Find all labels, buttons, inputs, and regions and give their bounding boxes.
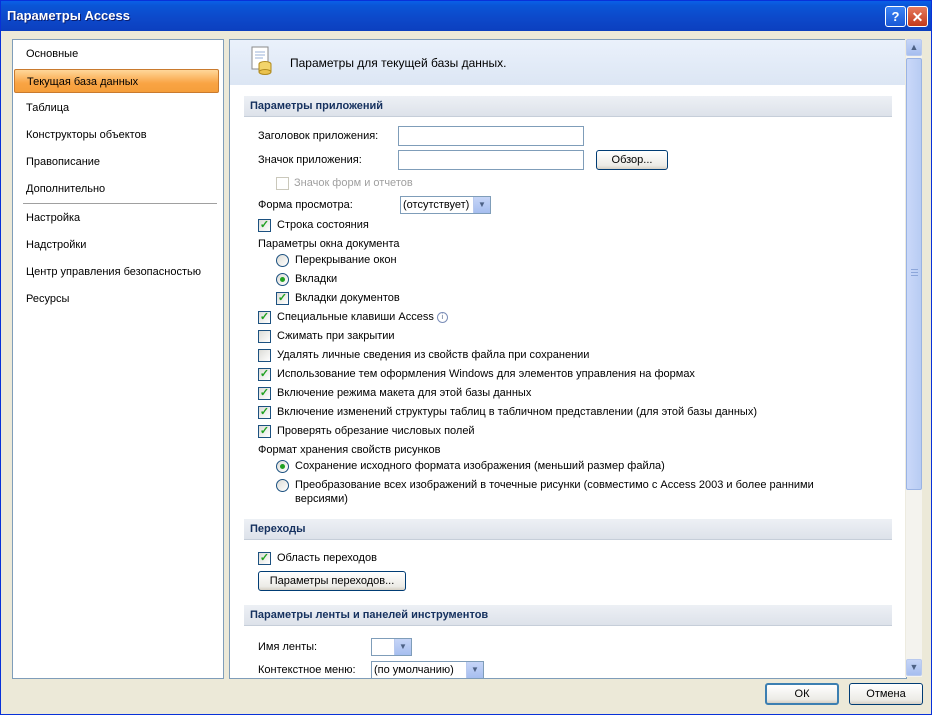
tabbed-radio[interactable] bbox=[276, 273, 289, 286]
display-form-select[interactable]: (отсутствует) ▼ bbox=[400, 196, 491, 214]
truncated-fields-checkbox[interactable]: ✓ bbox=[258, 425, 271, 438]
page-title: Параметры для текущей базы данных. bbox=[290, 56, 507, 70]
app-icon-input[interactable] bbox=[398, 150, 584, 170]
compact-label: Сжимать при закрытии bbox=[277, 330, 395, 342]
convert-bitmaps-label-line1: Преобразование всех изображений в точечн… bbox=[295, 479, 814, 491]
ribbon-name-label: Имя ленты: bbox=[258, 641, 318, 653]
overlap-label: Перекрывание окон bbox=[295, 254, 397, 266]
special-keys-label: Специальные клавиши Access i bbox=[277, 311, 448, 323]
truncated-fields-label: Проверять обрезание числовых полей bbox=[277, 425, 475, 437]
picture-format-label: Формат хранения свойств рисунков bbox=[258, 444, 441, 456]
title-bar[interactable]: Параметры Access ? ✕ bbox=[1, 1, 931, 31]
nav-pane-checkbox[interactable]: ✓ bbox=[258, 552, 271, 565]
options-dialog: Параметры Access ? ✕ Основные Текущая ба… bbox=[0, 0, 932, 715]
doc-tabs-checkbox[interactable]: ✓ bbox=[276, 292, 289, 305]
windows-themes-checkbox[interactable]: ✓ bbox=[258, 368, 271, 381]
app-title-input[interactable] bbox=[398, 126, 584, 146]
section-app-options: Параметры приложений bbox=[244, 96, 892, 117]
shortcut-menu-value: (по умолчанию) bbox=[374, 664, 454, 676]
close-icon[interactable]: ✕ bbox=[907, 6, 928, 27]
app-icon-label: Значок приложения: bbox=[258, 154, 362, 166]
ok-button[interactable]: ОК bbox=[765, 683, 839, 705]
chevron-down-icon[interactable]: ▼ bbox=[394, 639, 411, 655]
browse-button[interactable]: Обзор... bbox=[596, 150, 668, 170]
tabbed-label: Вкладки bbox=[295, 273, 338, 285]
windows-themes-label: Использование тем оформления Windows для… bbox=[277, 368, 695, 380]
nav-item-customize[interactable]: Настройка bbox=[14, 206, 219, 230]
preserve-format-radio[interactable] bbox=[276, 460, 289, 473]
nav-separator bbox=[23, 203, 217, 204]
section-title: Параметры ленты и панелей инструментов bbox=[250, 609, 489, 621]
nav-item-proofing[interactable]: Правописание bbox=[14, 150, 219, 174]
nav-item-resources[interactable]: Ресурсы bbox=[14, 287, 219, 311]
section-title: Переходы bbox=[250, 523, 306, 535]
options-content: Параметры для текущей базы данных. Парам… bbox=[229, 39, 907, 679]
shortcut-menu-select[interactable]: (по умолчанию) ▼ bbox=[371, 661, 484, 678]
status-bar-checkbox[interactable]: ✓ bbox=[258, 219, 271, 232]
ribbon-name-select[interactable]: ▼ bbox=[371, 638, 412, 656]
doc-window-label: Параметры окна документа bbox=[258, 238, 400, 250]
nav-item-add-ins[interactable]: Надстройки bbox=[14, 233, 219, 257]
section-navigation: Переходы bbox=[244, 519, 892, 540]
convert-bitmaps-label-line2: версиями) bbox=[295, 493, 348, 505]
section-title: Параметры приложений bbox=[250, 100, 384, 112]
remove-personal-checkbox[interactable] bbox=[258, 349, 271, 362]
content-scrollbar[interactable]: ▲ ▼ bbox=[905, 39, 922, 677]
info-icon[interactable]: i bbox=[436, 311, 448, 323]
convert-bitmaps-radio[interactable] bbox=[276, 479, 289, 492]
nav-pane-label: Область переходов bbox=[277, 552, 377, 564]
compact-checkbox[interactable] bbox=[258, 330, 271, 343]
database-options-icon bbox=[251, 46, 272, 75]
nav-item-object-designers[interactable]: Конструкторы объектов bbox=[14, 123, 219, 147]
layout-view-label: Включение режима макета для этой базы да… bbox=[277, 387, 532, 399]
nav-item-advanced[interactable]: Дополнительно bbox=[14, 177, 219, 201]
layout-view-checkbox[interactable]: ✓ bbox=[258, 387, 271, 400]
nav-item-current-database[interactable]: Текущая база данных bbox=[14, 69, 219, 93]
doc-tabs-label: Вкладки документов bbox=[295, 292, 400, 304]
overlap-radio[interactable] bbox=[276, 254, 289, 267]
chevron-down-icon[interactable]: ▼ bbox=[473, 197, 490, 213]
design-changes-label: Включение изменений структуры таблиц в т… bbox=[277, 406, 757, 418]
nav-item-trust-center[interactable]: Центр управления безопасностью bbox=[14, 260, 219, 284]
shortcut-menu-label: Контекстное меню: bbox=[258, 664, 356, 676]
remove-personal-label: Удалять личные сведения из свойств файла… bbox=[277, 349, 590, 361]
nav-item-datasheet[interactable]: Таблица bbox=[14, 96, 219, 120]
content-header: Параметры для текущей базы данных. bbox=[230, 40, 906, 85]
app-title-label: Заголовок приложения: bbox=[258, 130, 379, 142]
nav-item-general[interactable]: Основные bbox=[14, 42, 219, 66]
window-title: Параметры Access bbox=[7, 8, 130, 23]
options-nav: Основные Текущая база данных Таблица Кон… bbox=[12, 39, 224, 679]
preserve-format-label: Сохранение исходного формата изображения… bbox=[295, 460, 665, 472]
scroll-down-icon[interactable]: ▼ bbox=[906, 659, 922, 676]
scroll-up-icon[interactable]: ▲ bbox=[906, 39, 922, 56]
cancel-button[interactable]: Отмена bbox=[849, 683, 923, 705]
forms-icon-checkbox[interactable] bbox=[276, 177, 289, 190]
display-form-value: (отсутствует) bbox=[403, 199, 470, 211]
scroll-thumb[interactable] bbox=[906, 58, 922, 490]
help-icon[interactable]: ? bbox=[885, 6, 906, 27]
forms-icon-label: Значок форм и отчетов bbox=[294, 177, 413, 189]
chevron-down-icon[interactable]: ▼ bbox=[466, 662, 483, 678]
special-keys-checkbox[interactable]: ✓ bbox=[258, 311, 271, 324]
section-ribbon: Параметры ленты и панелей инструментов bbox=[244, 605, 892, 626]
status-bar-label: Строка состояния bbox=[277, 219, 369, 231]
display-form-label: Форма просмотра: bbox=[258, 199, 353, 211]
design-changes-checkbox[interactable]: ✓ bbox=[258, 406, 271, 419]
nav-options-button[interactable]: Параметры переходов... bbox=[258, 571, 406, 591]
